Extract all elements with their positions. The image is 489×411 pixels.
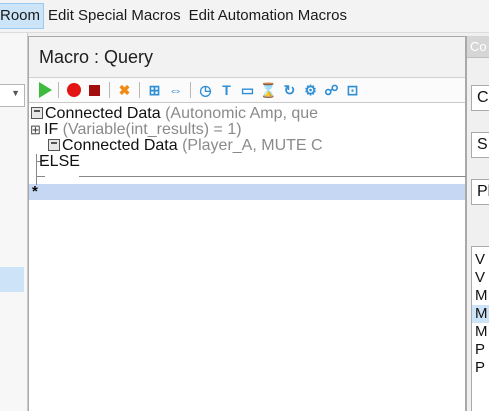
timer-icon[interactable]: ◷ (197, 82, 214, 99)
loop-icon[interactable]: ↻ (281, 82, 298, 99)
right-list[interactable]: V V M M M P P (471, 246, 489, 411)
right-field-1[interactable]: C (471, 85, 489, 111)
command-args: (Variable(int_results) = 1) (62, 122, 242, 138)
text-icon[interactable]: T (218, 82, 235, 99)
macro-line[interactable]: Connected Data (Autonomic Amp, que (29, 106, 465, 122)
stop-icon[interactable] (86, 82, 103, 99)
swap-icon[interactable]: ⇔ (167, 82, 184, 99)
macro-line[interactable]: ELSE (29, 154, 465, 170)
menu-edit-automation-macros[interactable]: Edit Automation Macros (185, 3, 351, 29)
macro-line[interactable]: ⊞ IF (Variable(int_results) = 1) (29, 122, 465, 138)
if-block-icon[interactable]: ⊞ (146, 82, 163, 99)
device-icon[interactable]: ☍ (323, 82, 340, 99)
toolbar-separator (139, 82, 140, 98)
command-args: (Autonomic Amp, que (165, 106, 319, 122)
left-selected-item[interactable] (0, 267, 24, 292)
tree-connector (36, 176, 45, 177)
macro-line[interactable]: Connected Data (Player_A, MUTE C (29, 138, 465, 154)
command-icon (31, 107, 43, 119)
record-icon[interactable] (65, 82, 82, 99)
toolbar-separator (109, 82, 110, 98)
command-keyword: Connected Data (45, 106, 161, 122)
command-keyword: Connected Data (62, 138, 178, 154)
list-item[interactable]: M (472, 305, 489, 323)
else-divider (79, 176, 467, 177)
toolbar-separator (58, 82, 59, 98)
if-icon: ⊞ (30, 122, 41, 137)
list-item[interactable]: P (472, 359, 489, 377)
list-item[interactable]: M (472, 287, 489, 305)
play-icon[interactable] (35, 82, 52, 99)
panel-title: Macro : Query (29, 37, 465, 78)
menu-edit-special-macros[interactable]: Edit Special Macros (44, 3, 185, 29)
new-row[interactable]: * (29, 184, 465, 200)
settings-icon[interactable]: ⚙ (302, 82, 319, 99)
variable-icon[interactable]: ▭ (239, 82, 256, 99)
macro-toolbar: ✖ ⊞ ⇔ ◷ T ▭ ⌛ ↻ ⚙ ☍ ⊡ (29, 78, 465, 103)
macro-list[interactable]: Connected Data (Autonomic Amp, que ⊞ IF (… (29, 103, 467, 200)
menu-room[interactable]: Room (0, 3, 45, 29)
wait-icon[interactable]: ⌛ (260, 82, 277, 99)
list-item[interactable]: P (472, 341, 489, 359)
right-panel: Co C SI Pl V V M M M P P (466, 36, 489, 411)
left-dropdown[interactable]: ▼ (0, 84, 25, 107)
list-item[interactable]: V (472, 269, 489, 287)
command-keyword: IF (44, 122, 59, 138)
right-field-3[interactable]: Pl (471, 179, 489, 205)
command-args: (Player_A, MUTE C (182, 138, 323, 154)
toolbar-separator (190, 82, 191, 98)
command-icon (48, 139, 60, 151)
macro-panel: Macro : Query ✖ ⊞ ⇔ ◷ T ▭ ⌛ ↻ ⚙ ☍ ⊡ Conn… (28, 36, 467, 411)
list-item[interactable]: M (472, 323, 489, 341)
connect-icon[interactable]: ⊡ (344, 82, 361, 99)
chevron-down-icon: ▼ (11, 88, 20, 98)
else-keyword: ELSE (39, 154, 80, 170)
delete-icon[interactable]: ✖ (116, 82, 133, 99)
right-field-2[interactable]: SI (471, 132, 489, 158)
menu-bar: Room Edit Special Macros Edit Automation… (0, 0, 489, 33)
right-panel-title: Co (467, 36, 489, 58)
list-item[interactable]: V (472, 251, 489, 269)
